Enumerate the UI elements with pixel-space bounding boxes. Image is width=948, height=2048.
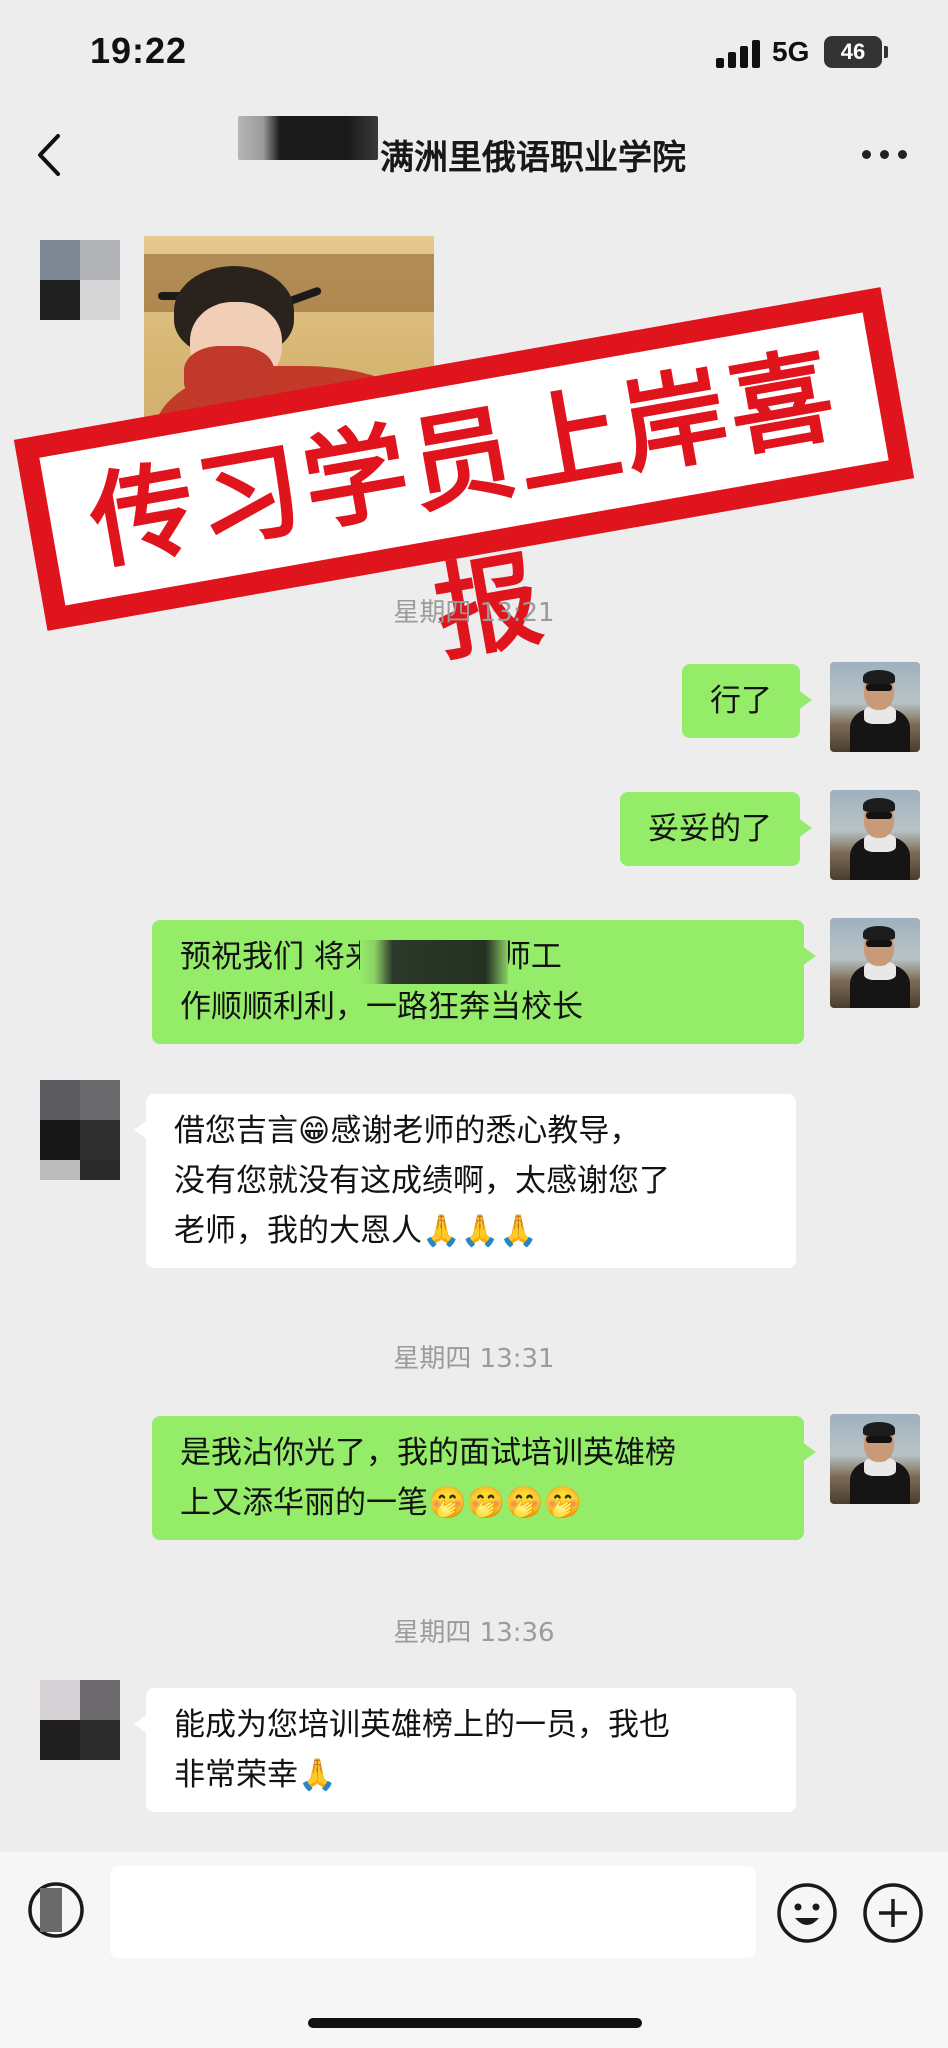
avatar[interactable] (40, 1080, 120, 1160)
avatar[interactable] (830, 918, 920, 1008)
name-redaction (360, 940, 508, 984)
status-bar: 19:22 5G 46 (0, 0, 948, 110)
message-bubble[interactable]: 妥妥的了 (620, 792, 812, 866)
message-text: 老师，我的大恩人🙏🙏🙏 (174, 1213, 538, 1249)
time-divider: 星期四 13:21 (393, 598, 555, 628)
voice-icon[interactable] (26, 1880, 86, 1940)
chat-title: 满洲里俄语职业学院 (380, 138, 686, 178)
battery-icon: 46 (824, 36, 882, 68)
title-redaction (238, 116, 378, 160)
message-bubble[interactable]: 是我沾你光了，我的面试培训英雄榜 上又添华丽的一笔🤭🤭🤭🤭 (152, 1416, 816, 1540)
plus-icon[interactable] (862, 1882, 924, 1944)
home-indicator[interactable] (308, 2018, 642, 2028)
message-text: 上又添华丽的一笔🤭🤭🤭🤭 (180, 1485, 583, 1521)
message-text: 借您吉言😁感谢老师的悉心教导， (174, 1113, 641, 1149)
avatar-blur-extra (40, 1160, 120, 1200)
time-divider: 星期四 13:31 (393, 1344, 555, 1374)
avatar[interactable] (830, 662, 920, 752)
back-icon[interactable] (30, 130, 70, 180)
message-bubble[interactable]: 预祝我们 将来的大学老师工 作顺顺利利，一路狂奔当校长 (152, 920, 816, 1044)
message-input[interactable] (110, 1866, 756, 1958)
more-icon[interactable] (862, 150, 908, 160)
message-text: 是我沾你光了，我的面试培训英雄榜 (180, 1435, 676, 1471)
message-text: 非常荣幸🙏 (174, 1757, 337, 1793)
emoji-icon[interactable] (776, 1882, 838, 1944)
battery-tip (884, 46, 888, 58)
status-time: 19:22 (90, 30, 188, 71)
avatar[interactable] (40, 240, 120, 320)
avatar[interactable] (40, 1680, 120, 1760)
signal-icon (716, 40, 760, 68)
avatar[interactable] (830, 790, 920, 880)
network-label: 5G (772, 36, 810, 67)
message-bubble[interactable]: 能成为您培训英雄榜上的一员，我也 非常荣幸🙏 (134, 1688, 796, 1812)
message-text: 行了 (710, 683, 772, 719)
message-text: 妥妥的了 (648, 811, 772, 847)
message-text: 能成为您培训英雄榜上的一员，我也 (174, 1707, 670, 1743)
avatar[interactable] (830, 1414, 920, 1504)
time-divider: 星期四 13:36 (393, 1618, 555, 1648)
message-bubble[interactable]: 借您吉言😁感谢老师的悉心教导， 没有您就没有这成绩啊，太感谢您了 老师，我的大恩… (134, 1094, 796, 1268)
message-text: 作顺顺利利，一路狂奔当校长 (180, 989, 583, 1025)
message-bubble[interactable]: 行了 (682, 664, 812, 738)
message-text: 没有您就没有这成绩啊，太感谢您了 (174, 1163, 670, 1199)
